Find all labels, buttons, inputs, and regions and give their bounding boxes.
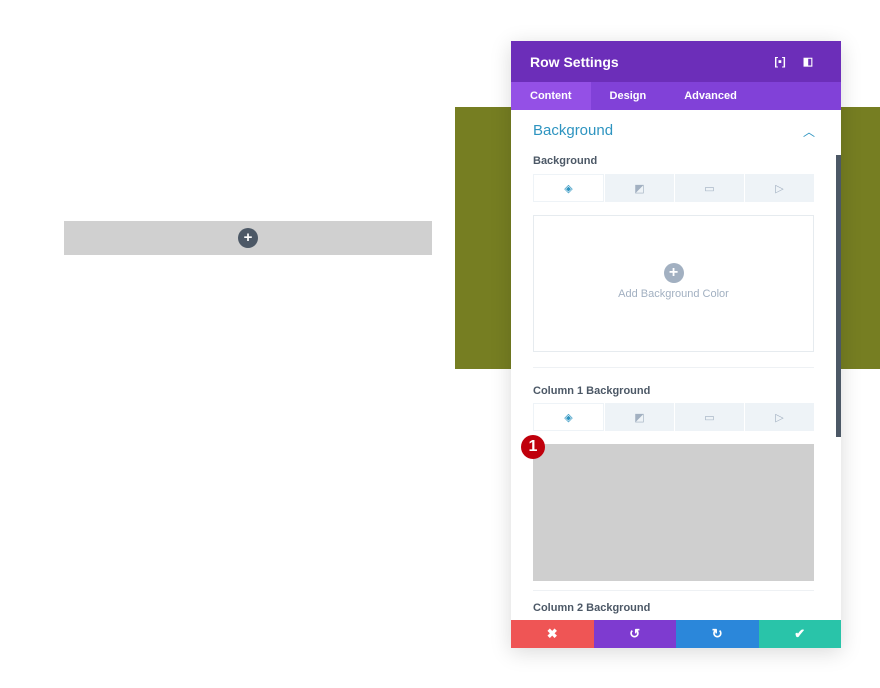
step-badge: 1 [521, 435, 545, 459]
plus-icon: + [663, 263, 684, 283]
background-label: Background [533, 155, 598, 167]
video-icon[interactable]: ▷ [745, 174, 814, 202]
paint-bucket-icon[interactable]: ◈ [533, 174, 604, 202]
column1-color-preview[interactable] [533, 444, 814, 581]
fullscreen-icon[interactable]: [▪] [766, 56, 794, 68]
scrollbar[interactable] [836, 155, 841, 437]
add-background-color-label: Add Background Color [618, 288, 729, 300]
video-icon[interactable]: ▷ [745, 403, 814, 431]
cancel-button[interactable]: ✖ [511, 620, 594, 648]
tab-advanced[interactable]: Advanced [665, 82, 756, 110]
gradient-icon[interactable]: ◩ [605, 403, 674, 431]
column2-label: Column 2 Background [533, 602, 651, 614]
row-settings-panel: Row Settings [▪] ◧ Content Design Advanc… [511, 41, 841, 648]
column1-label: Column 1 Background [533, 385, 651, 397]
image-icon[interactable]: ▭ [675, 403, 744, 431]
save-button[interactable]: ✔ [758, 620, 841, 648]
divider [533, 590, 814, 591]
undo-button[interactable]: ↺ [593, 620, 676, 648]
tab-content[interactable]: Content [511, 82, 591, 110]
redo-button[interactable]: ↻ [676, 620, 759, 648]
paint-bucket-icon[interactable]: ◈ [533, 403, 604, 431]
add-module-button[interactable]: + [238, 228, 258, 248]
add-background-color[interactable]: + Add Background Color [533, 215, 814, 352]
panel-title: Row Settings [530, 53, 619, 70]
divider [533, 367, 814, 368]
section-title[interactable]: Background [533, 122, 613, 139]
panel-header[interactable]: Row Settings [▪] ◧ [511, 41, 841, 82]
image-icon[interactable]: ▭ [675, 174, 744, 202]
gradient-icon[interactable]: ◩ [605, 174, 674, 202]
chevron-up-icon[interactable]: ︿ [803, 123, 815, 140]
sidebar-icon[interactable]: ◧ [794, 55, 822, 68]
tab-design[interactable]: Design [591, 82, 666, 110]
